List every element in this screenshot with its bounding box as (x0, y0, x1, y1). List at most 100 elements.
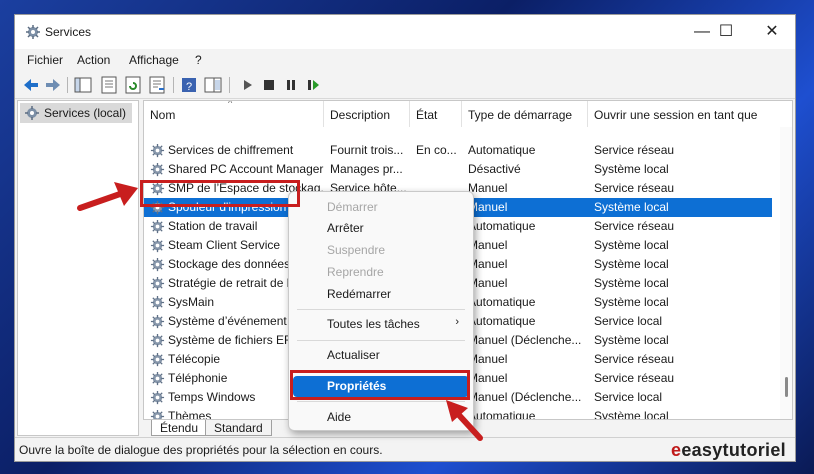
service-gear-icon (150, 352, 165, 367)
tree-item-label: Services (local) (44, 106, 127, 120)
toolbar: ? (15, 71, 795, 99)
table-row[interactable]: Shared PC Account Manager Manages pr... Dé… (144, 160, 772, 179)
toolbar-separator (229, 77, 230, 93)
cell-startup: Manuel (468, 257, 508, 271)
toolbar-separator (67, 77, 68, 93)
menu-separator (297, 309, 465, 310)
column-header-description[interactable]: Description (324, 101, 410, 127)
service-gear-icon (150, 162, 165, 177)
maximize-button[interactable]: ☐ (703, 15, 749, 49)
cell-startup: Manuel (468, 181, 508, 195)
services-gear-icon (26, 25, 40, 39)
cell-logon: Service réseau (594, 371, 675, 385)
cell-logon: Service réseau (594, 143, 675, 157)
easytutoriel-logo: eeasytutoriel (671, 440, 786, 460)
cell-logon: Service réseau (594, 219, 675, 233)
close-button[interactable]: ✕ (749, 15, 795, 49)
menu-affichage[interactable]: Affichage (129, 53, 179, 67)
cell-logon: Service local (594, 314, 663, 328)
menu-item-suspendre[interactable]: Suspendre (293, 240, 469, 261)
service-gear-icon (150, 219, 165, 234)
menu-fichier[interactable]: Fichier (27, 53, 63, 67)
menu-item-reprendre[interactable]: Reprendre (293, 262, 469, 283)
list-header: Nom ^ Description État Type de démarrage… (144, 101, 792, 127)
cell-logon: Service local (594, 390, 663, 404)
service-gear-icon (150, 409, 165, 419)
svg-text:?: ? (186, 81, 192, 93)
column-header-type-demarrage[interactable]: Type de démarrage (462, 101, 588, 127)
submenu-chevron-icon: › (455, 316, 459, 328)
menu-item-actualiser[interactable]: Actualiser (293, 345, 469, 366)
back-arrow-icon[interactable] (21, 75, 41, 95)
cell-logon: Système local (594, 238, 669, 252)
column-header-label: Nom (150, 108, 176, 122)
service-gear-icon (150, 390, 165, 405)
tab-etendu[interactable]: Étendu (151, 420, 208, 436)
menu-bar: Fichier Action Affichage ? (15, 49, 795, 71)
restart-icon[interactable] (303, 75, 323, 95)
cell-startup: Automatique (468, 143, 536, 157)
cell-name: Shared PC Account Manager (168, 162, 324, 176)
service-gear-icon (150, 257, 165, 272)
cell-startup: Manuel (468, 276, 508, 290)
menu-action[interactable]: Action (77, 53, 110, 67)
cell-description: Fournit trois... (330, 143, 404, 157)
cell-startup: Automatique (468, 219, 536, 233)
tree-item-services-local[interactable]: Services (local) (20, 103, 132, 123)
cell-startup: Manuel (Déclenche... (468, 333, 582, 347)
toolbar-separator (173, 77, 174, 93)
help-icon[interactable]: ? (179, 75, 199, 95)
cell-startup: Automatique (468, 314, 536, 328)
menu-item-demarrer[interactable]: Démarrer (293, 197, 469, 218)
services-gear-icon (25, 106, 39, 120)
cell-logon: Système local (594, 257, 669, 271)
menu-item-toutes-les-taches[interactable]: Toutes les tâches › (293, 314, 469, 335)
status-bar: Ouvre la boîte de dialogue des propriété… (15, 437, 795, 461)
stop-icon[interactable] (259, 75, 279, 95)
forward-arrow-icon[interactable] (43, 75, 63, 95)
service-gear-icon (150, 276, 165, 291)
menu-help[interactable]: ? (195, 53, 202, 67)
menu-item-label: Toutes les tâches (327, 317, 420, 331)
title-bar: Services — ☐ ✕ (15, 15, 795, 49)
cell-name: Services de chiffrement (168, 143, 294, 157)
column-header-session[interactable]: Ouvrir une session en tant que (588, 101, 778, 127)
cell-logon: Système local (594, 200, 669, 214)
pause-icon[interactable] (281, 75, 301, 95)
details-pane-icon[interactable] (203, 75, 223, 95)
menu-item-arreter[interactable]: Arrêter (293, 218, 469, 239)
cell-logon: Système local (594, 409, 669, 420)
cell-startup: Manuel (468, 200, 508, 214)
cell-logon: Système local (594, 162, 669, 176)
cell-startup: Manuel (468, 371, 508, 385)
play-icon[interactable] (237, 75, 257, 95)
console-tree: Services (local) (17, 100, 139, 436)
cell-logon: Service réseau (594, 352, 675, 366)
service-gear-icon (150, 371, 165, 386)
cell-state: En co... (416, 143, 457, 157)
column-header-etat[interactable]: État (410, 101, 462, 127)
export-list-icon[interactable] (147, 75, 167, 95)
sort-ascending-icon: ^ (228, 100, 233, 108)
cell-logon: Système local (594, 333, 669, 347)
cell-description: Manages pr... (330, 162, 403, 176)
service-gear-icon (150, 295, 165, 310)
console-tree-icon[interactable] (73, 75, 93, 95)
menu-item-redemarrer[interactable]: Redémarrer (293, 284, 469, 305)
scrollbar-thumb[interactable] (785, 377, 788, 397)
service-gear-icon (150, 143, 165, 158)
table-row[interactable]: Services de chiffrement Fournit trois... E… (144, 141, 772, 160)
cell-startup: Manuel (468, 238, 508, 252)
tab-standard[interactable]: Standard (205, 420, 272, 436)
cell-logon: Système local (594, 295, 669, 309)
cell-startup: Manuel (468, 352, 508, 366)
column-header-nom[interactable]: Nom ^ (144, 101, 324, 127)
cell-startup: Automatique (468, 295, 536, 309)
cell-logon: Système local (594, 276, 669, 290)
vertical-scrollbar[interactable] (780, 127, 792, 419)
service-gear-icon (150, 238, 165, 253)
cell-startup: Désactivé (468, 162, 521, 176)
refresh-icon[interactable] (123, 75, 143, 95)
properties-icon[interactable] (99, 75, 119, 95)
menu-separator (297, 340, 465, 341)
